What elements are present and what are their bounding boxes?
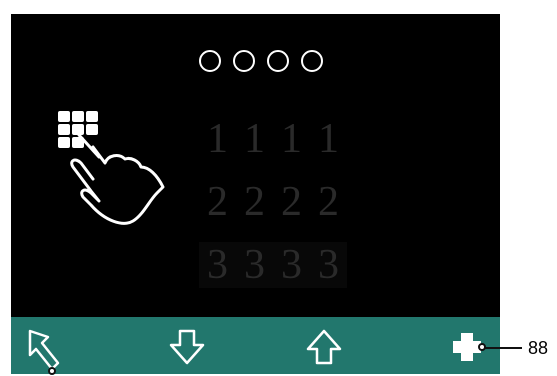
digit-cell[interactable]: 3: [310, 241, 347, 288]
pin-entry-screen: 1 1 1 1 2 2 2 2 3 3 3 3: [11, 14, 500, 317]
keypad-touch-icon: [58, 111, 165, 225]
digit-cell[interactable]: 3: [236, 241, 273, 288]
up-button[interactable]: [304, 327, 344, 367]
digit-row-1: 1 1 1 1: [199, 107, 349, 170]
digit-cell[interactable]: 2: [273, 178, 310, 226]
digit-row-3: 3 3 3 3: [199, 233, 349, 296]
digit-cell[interactable]: 1: [273, 115, 310, 163]
digit-cell[interactable]: 1: [310, 115, 347, 163]
callout-label: 88: [528, 338, 549, 358]
pin-dot: [199, 50, 221, 72]
digit-cell[interactable]: 3: [199, 241, 236, 288]
callout-marker: [478, 343, 486, 351]
callout-line: [482, 347, 522, 349]
back-button[interactable]: [25, 327, 65, 371]
digit-wheel-grid: 1 1 1 1 2 2 2 2 3 3 3 3: [199, 107, 349, 297]
pin-dot: [267, 50, 289, 72]
bottom-toolbar: [11, 317, 500, 374]
arrow-up-icon: [306, 329, 342, 365]
digit-row-2: 2 2 2 2: [199, 170, 349, 233]
down-button[interactable]: [167, 327, 207, 367]
digit-cell[interactable]: 2: [199, 178, 236, 226]
digit-cell[interactable]: 3: [273, 241, 310, 288]
digit-cell[interactable]: 2: [236, 178, 273, 226]
pin-dot: [233, 50, 255, 72]
pin-dot: [301, 50, 323, 72]
digit-cell[interactable]: 1: [236, 115, 273, 163]
arrow-down-icon: [169, 329, 205, 365]
digit-cell[interactable]: 1: [199, 115, 236, 163]
pin-indicator: [199, 50, 349, 76]
digit-cell[interactable]: 2: [310, 178, 347, 226]
back-arrow-icon: [28, 329, 60, 371]
